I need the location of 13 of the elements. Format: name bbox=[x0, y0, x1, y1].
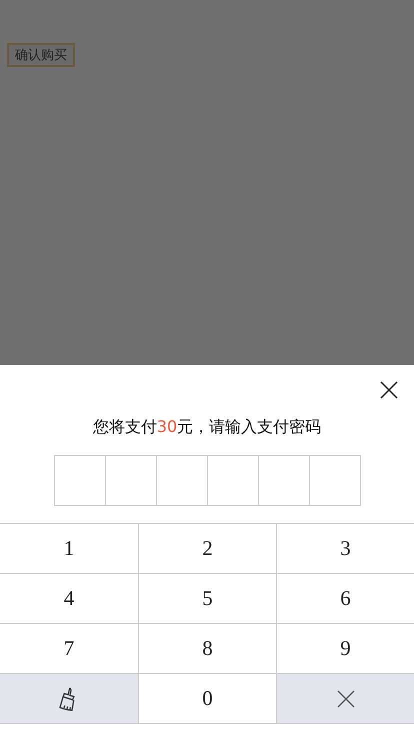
digit-key[interactable]: 2 bbox=[138, 524, 276, 574]
digit-key[interactable]: 9 bbox=[276, 624, 414, 674]
close-icon bbox=[379, 380, 399, 400]
payment-prompt: 您将支付30元，请输入支付密码 bbox=[92, 417, 322, 438]
digit-key[interactable]: 3 bbox=[276, 524, 414, 574]
close-button[interactable] bbox=[379, 380, 399, 400]
cross-icon bbox=[336, 690, 354, 708]
digit-key[interactable]: 8 bbox=[138, 624, 276, 674]
clear-key[interactable] bbox=[0, 674, 138, 724]
digit-key[interactable]: 0 bbox=[138, 674, 276, 724]
delete-key[interactable] bbox=[276, 674, 414, 724]
digit-key[interactable]: 5 bbox=[138, 574, 276, 624]
digit-key[interactable]: 6 bbox=[276, 574, 414, 624]
